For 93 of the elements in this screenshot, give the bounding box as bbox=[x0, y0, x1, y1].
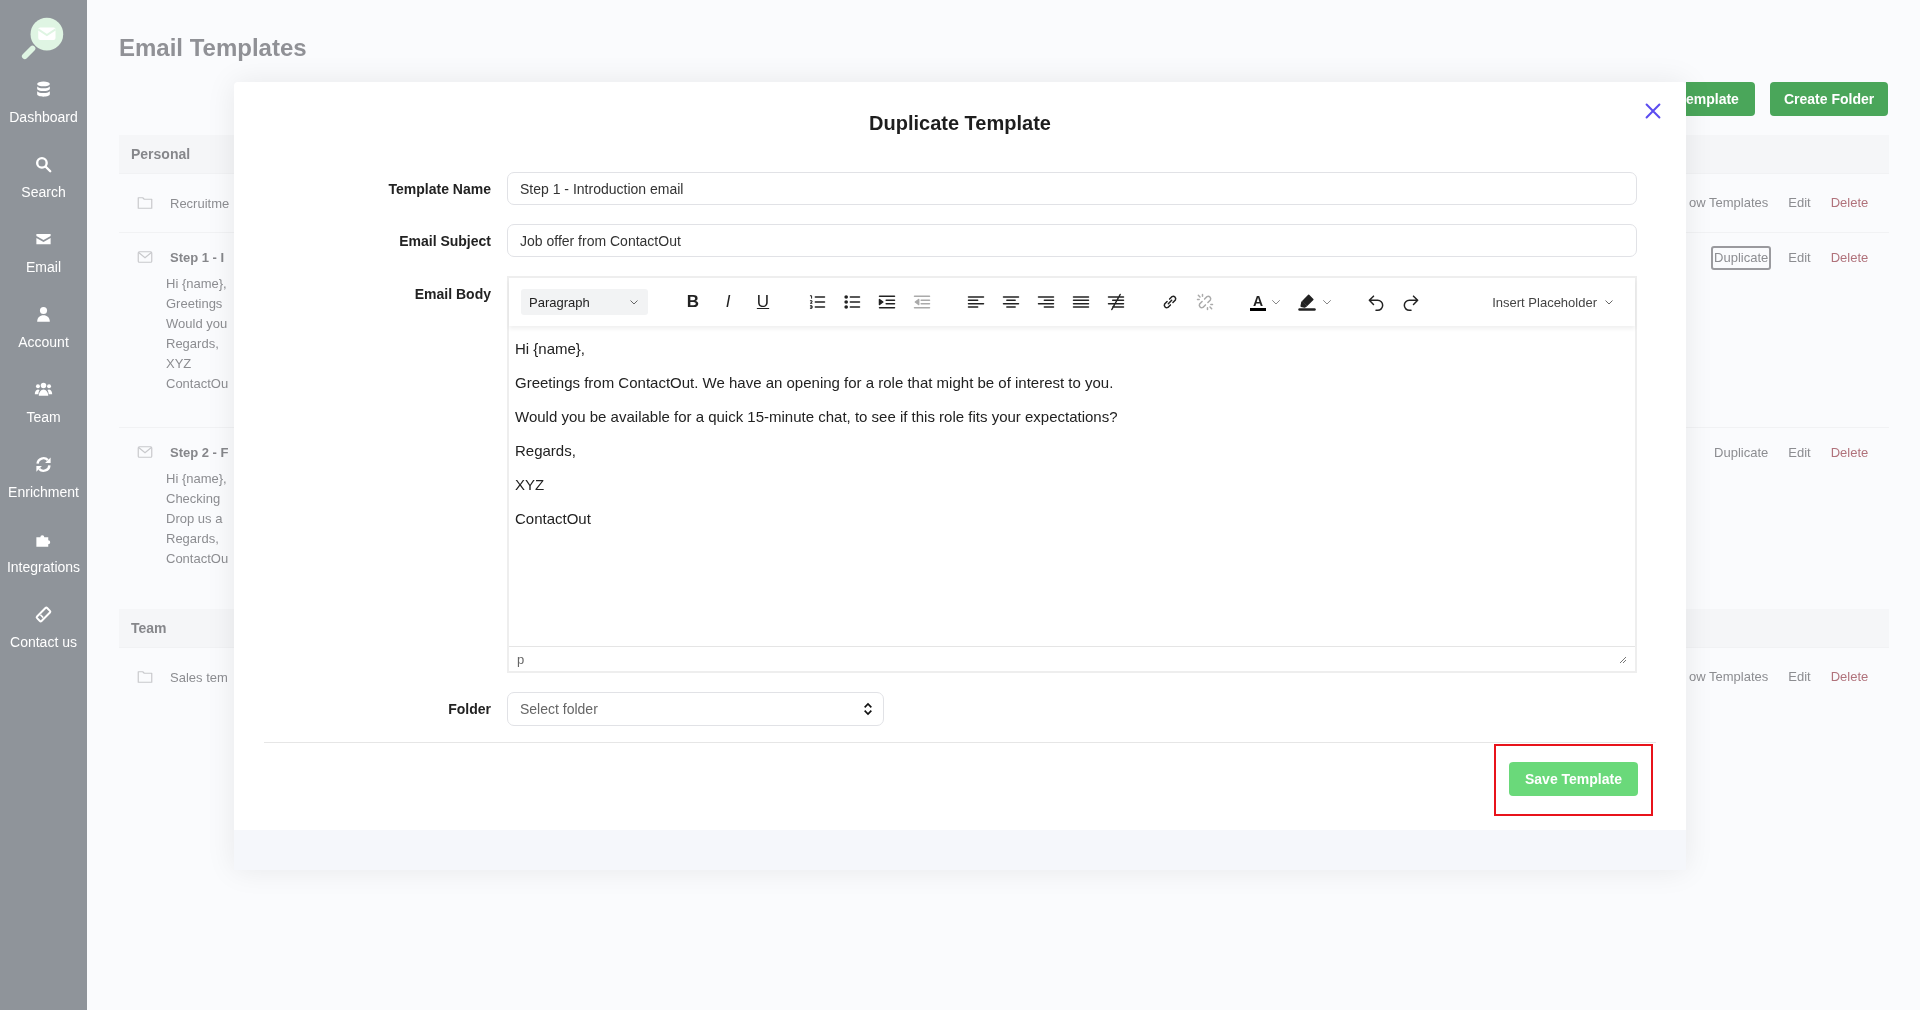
folder-icon bbox=[136, 668, 154, 686]
bullet-list-icon bbox=[842, 292, 862, 312]
preview-line: Would you bbox=[166, 315, 229, 333]
folder-name[interactable]: Sales tem bbox=[170, 669, 228, 685]
database-icon bbox=[34, 80, 53, 99]
section-header: Personal bbox=[119, 135, 234, 173]
body-line: ContactOut bbox=[515, 509, 592, 529]
sidebar-label: Integrations bbox=[6, 559, 81, 576]
sidebar-label: Account bbox=[18, 334, 69, 351]
element-path: p bbox=[517, 651, 525, 667]
user-icon bbox=[34, 305, 53, 324]
save-template-button[interactable]: Save Template bbox=[1509, 762, 1638, 796]
sidebar-label: Contact us bbox=[10, 634, 77, 651]
block-format-label: Paragraph bbox=[529, 294, 590, 310]
body-line: Greetings from ContactOut. We have an opening for a role that might be of interest to you. bbox=[515, 373, 1115, 393]
action-link[interactable]: Duplicate bbox=[1711, 441, 1772, 465]
mail-icon bbox=[136, 443, 154, 461]
preview-line: XYZ bbox=[166, 355, 193, 373]
action-link[interactable]: Edit bbox=[1785, 246, 1814, 270]
select-placeholder: Select folder bbox=[520, 701, 598, 717]
italic-button[interactable]: I bbox=[713, 287, 743, 317]
refresh-icon bbox=[34, 455, 53, 474]
folder-icon bbox=[136, 194, 154, 212]
text-color-button[interactable]: A bbox=[1244, 287, 1288, 317]
sidebar-item[interactable]: Enrichment bbox=[8, 447, 79, 522]
create-folder-button[interactable]: Create Folder bbox=[1769, 82, 1889, 116]
users-icon bbox=[34, 380, 53, 399]
preview-line: Hi {name}, bbox=[166, 275, 228, 293]
unlink-icon bbox=[1195, 292, 1215, 312]
mail-icon bbox=[136, 248, 154, 266]
ticket-icon bbox=[34, 605, 53, 624]
preview-line: Checking bbox=[166, 490, 222, 508]
body-line: Hi {name}, bbox=[515, 339, 587, 359]
action-link[interactable]: ow Templates bbox=[1686, 665, 1772, 689]
new-template-button[interactable]: emplate bbox=[1686, 82, 1755, 116]
sidebar-item[interactable]: Email bbox=[26, 222, 61, 297]
sidebar-label: Enrichment bbox=[8, 484, 79, 501]
sidebar-item[interactable]: Contact us bbox=[10, 597, 77, 672]
numbered-list-icon bbox=[807, 292, 827, 312]
sidebar-label: Search bbox=[21, 184, 66, 201]
delete-link[interactable]: Delete bbox=[1827, 665, 1872, 689]
preview-line: Hi {name}, bbox=[166, 470, 228, 488]
delete-link[interactable]: Delete bbox=[1827, 191, 1872, 215]
preview-line: ContactOu bbox=[166, 375, 230, 393]
block-format-dropdown[interactable]: Paragraph bbox=[521, 289, 648, 315]
action-link[interactable]: Duplicate bbox=[1711, 246, 1772, 270]
preview-line: Regards, bbox=[166, 335, 220, 353]
indent-icon bbox=[877, 292, 897, 312]
field-label: Template Name bbox=[387, 180, 491, 197]
sidebar-item[interactable]: Account bbox=[18, 297, 69, 372]
body-line: XYZ bbox=[515, 475, 546, 495]
search-icon bbox=[34, 155, 53, 174]
page-title: Email Templates bbox=[118, 33, 308, 63]
text-field[interactable]: Step 1 - Introduction email bbox=[507, 172, 1637, 205]
folder-name[interactable]: Recruitme bbox=[170, 195, 230, 211]
field-label: Email Subject bbox=[398, 232, 491, 249]
underline-button[interactable]: U bbox=[748, 287, 778, 317]
bold-button[interactable]: B bbox=[678, 287, 708, 317]
sidebar-label: Email bbox=[26, 259, 61, 276]
body-line: Regards, bbox=[515, 441, 577, 461]
resize-handle-icon bbox=[1617, 654, 1627, 664]
sidebar-item[interactable]: Team bbox=[26, 372, 61, 447]
body-line: Would you be available for a quick 15-minute chat, to see if this role fits your expectations? bbox=[515, 407, 1119, 427]
section-header: Team bbox=[119, 609, 234, 647]
preview-line: Regards, bbox=[166, 530, 220, 548]
action-link[interactable]: Edit bbox=[1785, 441, 1814, 465]
action-link[interactable]: ow Templates bbox=[1686, 191, 1772, 215]
template-name: Step 2 - F bbox=[170, 444, 229, 460]
delete-link[interactable]: Delete bbox=[1827, 441, 1872, 465]
preview-line: Drop us a bbox=[166, 510, 224, 528]
outdent-icon bbox=[912, 292, 932, 312]
action-link[interactable]: Edit bbox=[1785, 665, 1814, 689]
undo-icon bbox=[1366, 292, 1386, 312]
preview-line: Greetings bbox=[166, 295, 224, 313]
highlighter-icon bbox=[1297, 292, 1317, 312]
sidebar-item[interactable]: Integrations bbox=[6, 522, 81, 597]
redo-icon bbox=[1401, 292, 1421, 312]
delete-link[interactable]: Delete bbox=[1827, 246, 1872, 270]
insert-placeholder-button[interactable]: Insert Placeholder bbox=[1492, 294, 1615, 310]
text-field[interactable]: Job offer from ContactOut bbox=[507, 224, 1637, 257]
preview-line: ContactOu bbox=[166, 550, 230, 568]
sidebar-label: Team bbox=[26, 409, 61, 426]
field-label: Email Body bbox=[413, 285, 491, 302]
action-link[interactable]: Edit bbox=[1785, 191, 1814, 215]
field-label: Folder bbox=[447, 701, 491, 717]
sidebar-item[interactable]: Dashboard bbox=[9, 72, 78, 147]
folder-select[interactable]: Select folder bbox=[507, 692, 884, 726]
sidebar-label: Dashboard bbox=[9, 109, 78, 126]
up-down-chevron-icon bbox=[863, 702, 873, 716]
dialog-title: Duplicate Template bbox=[869, 112, 1051, 135]
strikethrough-lines-icon bbox=[1106, 292, 1126, 312]
sidebar-item[interactable]: Search bbox=[21, 147, 66, 222]
template-name: Step 1 - I bbox=[170, 249, 225, 265]
